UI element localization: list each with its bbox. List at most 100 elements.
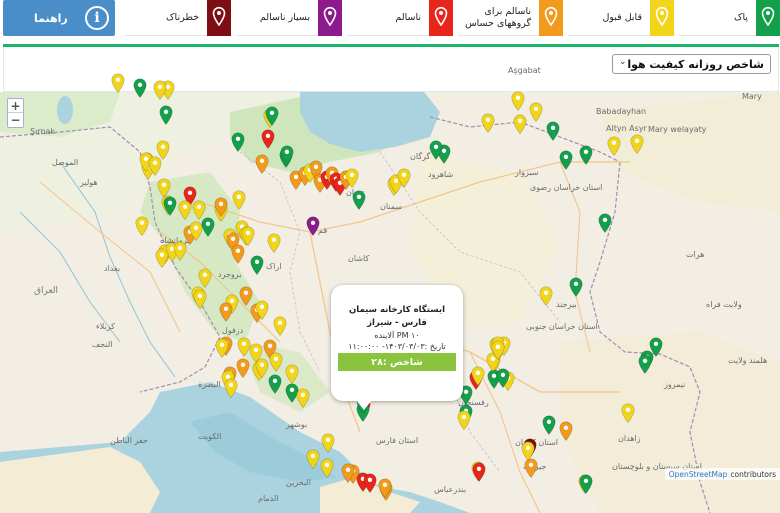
station-marker-acceptable[interactable] — [621, 403, 635, 423]
map-pin-icon — [579, 145, 593, 165]
index-type-select[interactable]: شاخص روزانه کیفیت هوا ⌄ — [612, 54, 771, 74]
map-label: شاهرود — [428, 170, 454, 179]
legend-item-acceptable[interactable]: قابل قبول — [568, 0, 674, 36]
legend-item-hazardous[interactable]: خطرناک — [125, 0, 231, 36]
map-pin-icon — [630, 134, 644, 154]
station-marker-acceptable[interactable] — [630, 134, 644, 154]
map-pin-icon — [255, 300, 269, 320]
station-marker-acceptable[interactable] — [178, 200, 192, 220]
map-pin-icon — [133, 78, 147, 98]
station-marker-sensitive[interactable] — [236, 358, 250, 378]
station-marker-clean[interactable] — [598, 213, 612, 233]
station-marker-very-unhealthy[interactable] — [306, 216, 320, 236]
station-marker-acceptable[interactable] — [481, 113, 495, 133]
station-marker-clean[interactable] — [159, 105, 173, 125]
map-pin-icon — [219, 302, 233, 322]
station-marker-acceptable[interactable] — [321, 433, 335, 453]
station-marker-acceptable[interactable] — [155, 248, 169, 268]
station-marker-sensitive[interactable] — [231, 244, 245, 264]
map-label: استان خراسان رضوی — [530, 183, 603, 192]
station-marker-clean[interactable] — [579, 474, 593, 494]
map-pin-icon — [397, 168, 411, 188]
station-marker-acceptable[interactable] — [255, 358, 269, 378]
station-marker-acceptable[interactable] — [255, 300, 269, 320]
station-marker-acceptable[interactable] — [153, 80, 167, 100]
station-marker-sensitive[interactable] — [214, 197, 228, 217]
station-marker-acceptable[interactable] — [607, 136, 621, 156]
legend-item-unhealthy[interactable]: ناسالم — [347, 0, 453, 36]
map-attribution: OpenStreetMap contributors — [664, 468, 780, 480]
map-pin-icon — [655, 6, 669, 26]
station-marker-acceptable[interactable] — [241, 226, 255, 246]
station-marker-acceptable[interactable] — [457, 410, 471, 430]
station-marker-acceptable[interactable] — [135, 216, 149, 236]
station-marker-acceptable[interactable] — [345, 168, 359, 188]
zoom-in-button[interactable]: + — [8, 99, 23, 113]
station-marker-acceptable[interactable] — [511, 91, 525, 111]
map-pin-icon — [579, 474, 593, 494]
station-marker-acceptable[interactable] — [397, 168, 411, 188]
station-marker-unhealthy[interactable] — [261, 129, 275, 149]
station-marker-clean[interactable] — [201, 217, 215, 237]
map-label: استان فارس — [376, 436, 419, 445]
station-marker-acceptable[interactable] — [224, 378, 238, 398]
station-marker-acceptable[interactable] — [173, 241, 187, 261]
station-marker-clean[interactable] — [496, 368, 510, 388]
station-marker-acceptable[interactable] — [148, 156, 162, 176]
station-marker-acceptable[interactable] — [521, 441, 535, 461]
station-marker-acceptable[interactable] — [232, 190, 246, 210]
station-marker-sensitive[interactable] — [255, 154, 269, 174]
station-marker-acceptable[interactable] — [471, 366, 485, 386]
station-marker-unhealthy[interactable] — [363, 473, 377, 493]
osm-link[interactable]: OpenStreetMap — [669, 470, 728, 479]
station-marker-acceptable[interactable] — [269, 352, 283, 372]
station-marker-clean[interactable] — [579, 145, 593, 165]
station-marker-acceptable[interactable] — [267, 233, 281, 253]
station-marker-sensitive[interactable] — [341, 463, 355, 483]
station-marker-acceptable[interactable] — [306, 449, 320, 469]
legend-item-clean[interactable]: پاک — [679, 0, 780, 36]
legend-item-very-unhealthy[interactable]: بسیار ناسالم — [236, 0, 342, 36]
station-marker-acceptable[interactable] — [539, 286, 553, 306]
station-marker-clean[interactable] — [280, 145, 294, 165]
legend-item-sensitive[interactable]: ناسالم برای گروههای حساس — [458, 0, 563, 36]
station-marker-acceptable[interactable] — [193, 289, 207, 309]
guide-label: راهنما — [34, 11, 68, 25]
station-marker-clean[interactable] — [133, 78, 147, 98]
station-marker-acceptable[interactable] — [198, 268, 212, 288]
map-pin-icon — [212, 6, 226, 26]
station-marker-unhealthy[interactable] — [472, 462, 486, 482]
station-marker-clean[interactable] — [569, 277, 583, 297]
station-marker-acceptable[interactable] — [513, 114, 527, 134]
station-marker-sensitive[interactable] — [524, 458, 538, 478]
station-marker-clean[interactable] — [352, 190, 366, 210]
guide-button[interactable]: راهنما i — [3, 0, 115, 36]
station-marker-clean[interactable] — [559, 150, 573, 170]
station-marker-clean[interactable] — [265, 106, 279, 126]
station-marker-sensitive[interactable] — [378, 478, 392, 498]
station-marker-clean[interactable] — [231, 132, 245, 152]
station-marker-sensitive[interactable] — [559, 421, 573, 441]
station-marker-acceptable[interactable] — [111, 73, 125, 93]
station-marker-clean[interactable] — [638, 354, 652, 374]
station-marker-sensitive[interactable] — [219, 302, 233, 322]
map-label: الموصل — [52, 158, 79, 167]
station-marker-acceptable[interactable] — [285, 364, 299, 384]
station-marker-clean[interactable] — [429, 140, 443, 160]
station-marker-clean[interactable] — [542, 415, 556, 435]
map-pin-icon — [521, 441, 535, 461]
station-marker-acceptable[interactable] — [529, 102, 543, 122]
station-marker-clean[interactable] — [268, 374, 282, 394]
station-marker-acceptable[interactable] — [215, 338, 229, 358]
station-marker-acceptable[interactable] — [491, 340, 505, 360]
map-pin-icon — [224, 378, 238, 398]
station-marker-acceptable[interactable] — [320, 458, 334, 478]
station-marker-clean[interactable] — [546, 121, 560, 141]
station-marker-clean[interactable] — [250, 255, 264, 275]
popup-city: فارس - شیراز — [367, 318, 427, 328]
station-marker-acceptable[interactable] — [273, 316, 287, 336]
map-label: Aşgabat — [508, 66, 541, 75]
station-marker-acceptable[interactable] — [296, 388, 310, 408]
zoom-out-button[interactable]: − — [8, 113, 23, 127]
station-marker-clean[interactable] — [163, 196, 177, 216]
